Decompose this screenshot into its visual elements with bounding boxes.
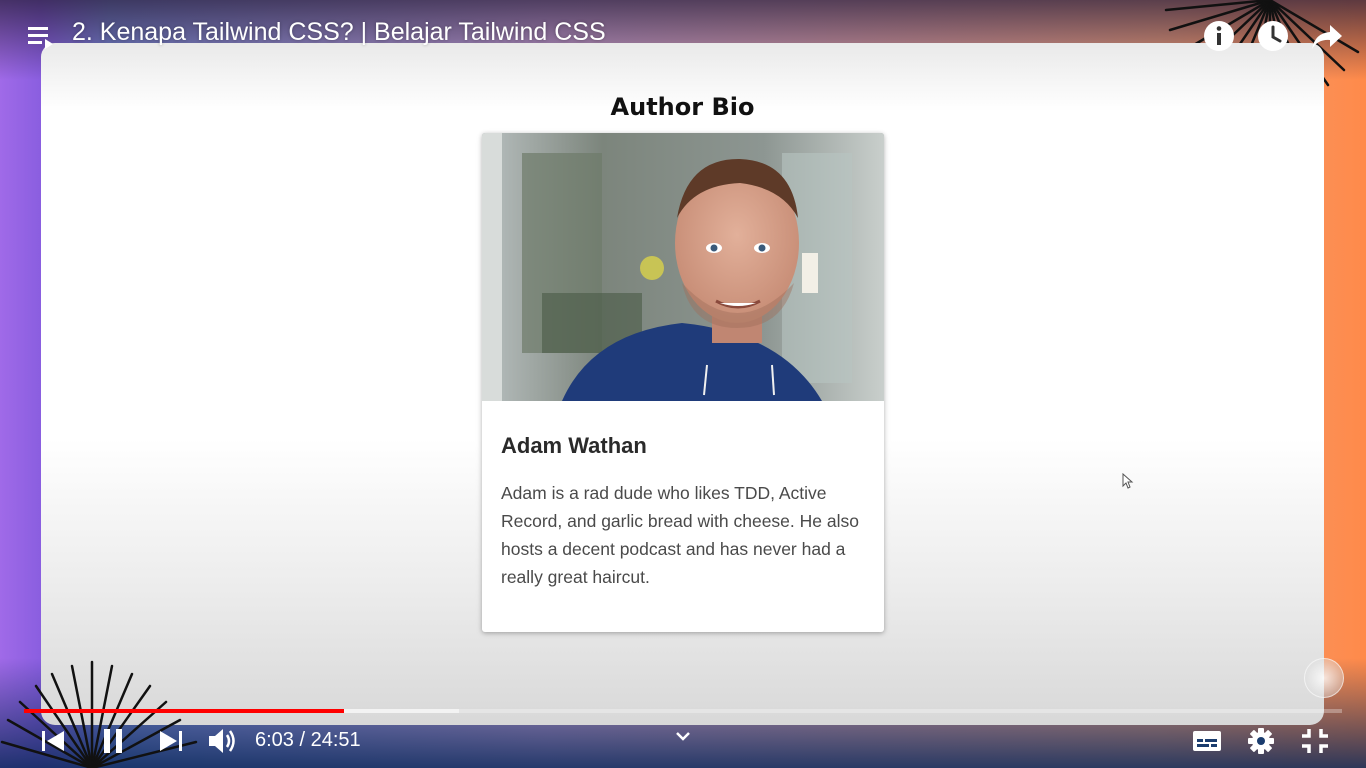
progress-played: [24, 709, 345, 713]
info-icon[interactable]: [1202, 19, 1236, 53]
progress-bar[interactable]: [24, 709, 1342, 713]
author-photo-illustration: [482, 133, 884, 401]
subtitles-icon[interactable]: [1189, 724, 1225, 758]
chevron-down-icon[interactable]: [673, 728, 693, 744]
pause-icon[interactable]: [95, 724, 131, 758]
channel-watermark[interactable]: [1304, 658, 1344, 698]
share-icon[interactable]: [1310, 19, 1344, 53]
video-title[interactable]: 2. Kenapa Tailwind CSS? | Belajar Tailwi…: [72, 18, 606, 47]
author-card: Adam Wathan Adam is a rad dude who likes…: [482, 133, 884, 632]
video-frame-slide: Author Bio Adam Wathan Adam is a rad dud…: [41, 43, 1324, 725]
playlist-icon[interactable]: [26, 24, 56, 50]
settings-icon[interactable]: [1243, 724, 1279, 758]
exit-fullscreen-icon[interactable]: [1297, 724, 1333, 758]
mouse-cursor-icon: [1122, 473, 1134, 489]
time-display: 6:03 / 24:51: [255, 729, 361, 751]
author-photo: [482, 133, 884, 401]
author-bio: Adam is a rad dude who likes TDD, Active…: [501, 483, 859, 587]
author-name: Adam Wathan: [501, 433, 647, 458]
previous-icon[interactable]: [36, 724, 72, 758]
next-icon[interactable]: [152, 724, 188, 758]
volume-icon[interactable]: [204, 724, 240, 758]
slide-heading: Author Bio: [610, 93, 755, 121]
watch-later-icon[interactable]: [1256, 19, 1290, 53]
author-card-body: Adam Wathan Adam is a rad dude who likes…: [501, 433, 865, 591]
